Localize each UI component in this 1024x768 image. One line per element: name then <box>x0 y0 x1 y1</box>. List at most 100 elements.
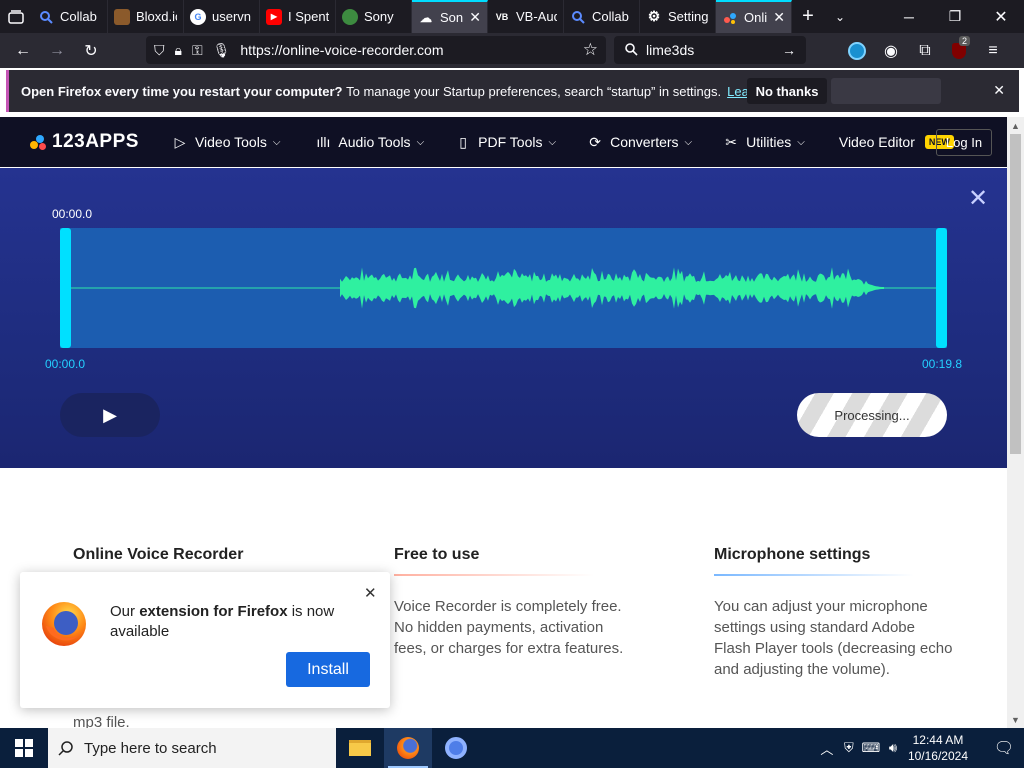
menu-button[interactable]: ≡ <box>976 33 1010 68</box>
close-tab-icon[interactable]: ✕ <box>773 9 785 26</box>
security-icon[interactable]: ⛨ <box>838 740 860 756</box>
tab-vb-audio[interactable]: VB VB-Aud <box>488 0 564 33</box>
scroll-down-arrow-icon[interactable]: ▼ <box>1007 711 1024 728</box>
close-tab-icon[interactable]: ✕ <box>469 9 481 26</box>
play-button[interactable]: ▶ <box>60 393 160 437</box>
no-thanks-button[interactable]: No thanks <box>747 78 827 104</box>
popup-message: Our extension for Firefox is now availab… <box>110 602 340 642</box>
extension-popup: ✕ Our extension for Firefox is now avail… <box>20 572 390 708</box>
search-icon <box>58 741 73 756</box>
google-icon: G <box>190 8 206 25</box>
firefox-taskbar-button[interactable] <box>384 728 432 768</box>
tab-list-button[interactable] <box>0 0 32 33</box>
tab-google[interactable]: G uservn <box>184 0 260 33</box>
go-arrow-icon[interactable]: → <box>782 42 796 58</box>
menu-audio-tools[interactable]: ıllı Audio Tools ⌵ <box>314 134 424 150</box>
tab-youtube[interactable]: ▶ I Spent <box>260 0 336 33</box>
login-button[interactable]: Log In <box>936 129 992 156</box>
trim-end-handle[interactable] <box>936 228 947 348</box>
tab-bloxd[interactable]: Bloxd.io <box>108 0 184 33</box>
tab-label: Collab <box>592 9 629 24</box>
account-button[interactable]: ◉ <box>874 33 908 68</box>
feature-microphone-settings: Microphone settings You can adjust your … <box>714 546 954 680</box>
start-button[interactable] <box>0 728 48 768</box>
chevron-down-icon: ⌵ <box>548 136 557 148</box>
file-explorer-button[interactable] <box>336 728 384 768</box>
extensions-button[interactable]: ⧉ <box>908 33 942 68</box>
tray-overflow-icon[interactable]: ︿ <box>816 739 838 758</box>
menu-converters[interactable]: ⟳ Converters ⌵ <box>586 134 692 151</box>
feature-underline <box>394 574 594 576</box>
forward-button[interactable]: → <box>40 33 74 68</box>
tab-label: Bloxd.io <box>136 9 177 24</box>
clock[interactable]: 12:44 AM 10/16/2024 <box>908 732 968 764</box>
bookmark-star-icon[interactable]: ☆ <box>583 40 598 60</box>
ublock-button[interactable]: 2 <box>942 33 976 68</box>
vb-icon: VB <box>495 11 509 22</box>
restore-button[interactable]: ❐ <box>932 0 978 33</box>
scroll-up-arrow-icon[interactable]: ▲ <box>1007 117 1024 134</box>
tab-sony[interactable]: Sony <box>336 0 412 33</box>
menu-pdf-tools[interactable]: ▯ PDF Tools ⌵ <box>454 134 556 151</box>
gear-icon: ⚙ <box>647 8 661 24</box>
notification-text: To manage your Startup preferences, sear… <box>346 83 722 99</box>
extension-button-vpn[interactable] <box>840 33 874 68</box>
system-tray: ︿ ⛨ ⌨ 🔊︎ 12:44 AM 10/16/2024 🗨︎ <box>816 728 1024 768</box>
screen: Collab Bloxd.io G uservn ▶ I Spent Sony … <box>0 0 1024 768</box>
install-button[interactable]: Install <box>286 652 370 687</box>
firefox-icon <box>42 602 86 646</box>
tab-online-voice[interactable]: Onli ✕ <box>716 0 792 33</box>
search-bar[interactable]: lime3ds → <box>614 36 806 64</box>
tab-son[interactable]: ☁ Son ✕ <box>412 0 488 33</box>
scrollbar-thumb[interactable] <box>1010 134 1021 454</box>
close-icon[interactable]: ✕ <box>364 584 377 602</box>
reload-button[interactable]: ↻ <box>74 33 108 68</box>
minimize-button[interactable]: ─ <box>886 0 932 33</box>
close-icon: ✕ <box>994 8 1008 26</box>
toolbar-icons: ◉ ⧉ 2 ≡ <box>840 33 1010 68</box>
waveform-shape <box>340 267 884 309</box>
plus-icon: + <box>802 5 814 27</box>
site-logo[interactable]: 123APPS <box>30 131 139 153</box>
notifications-icon[interactable]: 🗨︎ <box>984 738 1024 758</box>
chrome-icon <box>342 8 358 25</box>
back-button[interactable]: ← <box>6 33 40 68</box>
tab-settings[interactable]: ⚙ Setting <box>640 0 716 33</box>
waveform[interactable] <box>60 228 947 348</box>
new-tab-button[interactable]: + <box>792 0 824 33</box>
tools-icon: ✂ <box>725 133 737 150</box>
logo-dots-icon <box>30 134 48 150</box>
feature-text: Voice Recorder is completely free. No hi… <box>394 598 624 657</box>
video-icon: ▷ <box>174 133 186 150</box>
search-icon <box>38 9 54 25</box>
recorder-panel: ✕ 00:00.0 00:00.0 00:19.8 ▶ Processing..… <box>0 168 1007 468</box>
menu-video-tools[interactable]: ▷ Video Tools ⌵ <box>171 133 281 151</box>
notification-question: Open Firefox every time you restart your… <box>21 83 343 99</box>
hamburger-icon: ≡ <box>988 41 998 59</box>
close-window-button[interactable]: ✕ <box>978 0 1024 33</box>
processing-button[interactable]: Processing... <box>797 393 947 437</box>
pdf-icon: ▯ <box>459 133 468 150</box>
trim-start-handle[interactable] <box>60 228 71 348</box>
game-icon <box>114 8 130 25</box>
notification-secondary-button[interactable] <box>831 78 941 104</box>
shield-icon: ⛉ <box>154 41 165 58</box>
audio-icon: ıllı <box>316 134 331 150</box>
tab-label: VB-Aud <box>516 9 557 24</box>
popup-text-bold: extension for Firefox <box>139 603 288 620</box>
tab-collab-1[interactable]: Collab <box>32 0 108 33</box>
chromium-taskbar-button[interactable] <box>432 728 480 768</box>
search-icon <box>570 9 586 25</box>
taskbar-search[interactable]: Type here to search <box>48 728 336 768</box>
menu-utilities[interactable]: ✂ Utilities ⌵ <box>722 134 805 151</box>
volume-icon[interactable]: 🔊︎ <box>882 740 904 756</box>
tab-overflow-button[interactable]: ⌄ <box>824 0 856 33</box>
tab-label: Setting <box>668 9 709 24</box>
puzzle-icon: ⧉ <box>919 41 931 59</box>
close-icon[interactable]: ✕ <box>993 82 1005 99</box>
tab-label: Collab <box>60 9 97 24</box>
network-icon[interactable]: ⌨ <box>860 740 882 756</box>
url-bar[interactable]: ⛉ 🔒︎ ⚿ 🎙︎ https://online-voice-recorder.… <box>146 36 606 64</box>
tab-collab-2[interactable]: Collab <box>564 0 640 33</box>
close-icon[interactable]: ✕ <box>968 184 988 213</box>
